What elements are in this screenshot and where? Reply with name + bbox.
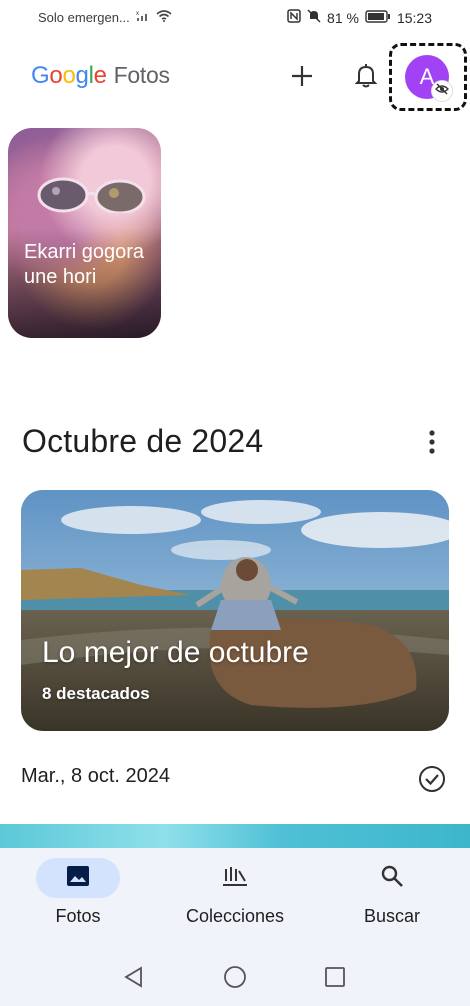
nav-icon-pill [350, 858, 434, 898]
date-label: Mar., 8 oct. 2024 [21, 765, 170, 787]
highlight-title: Lo mejor de octubre [42, 636, 309, 669]
logo-letter: G [31, 62, 50, 89]
memory-photo [37, 177, 146, 213]
collections-icon [222, 865, 248, 892]
select-day-button[interactable] [417, 764, 447, 794]
eye-off-icon [435, 82, 449, 100]
nav-item-fotos[interactable]: Fotos [36, 848, 120, 948]
memory-title: Ekarri gogora une hori [24, 241, 145, 288]
status-left: Solo emergen... x [38, 10, 172, 25]
bottom-navigation: Fotos Colecciones Buscar [0, 848, 470, 948]
month-section-title: Octubre de 2024 [22, 423, 264, 459]
bell-icon [354, 63, 378, 94]
battery-icon [365, 9, 391, 26]
status-right: 81 % 15:23 [287, 9, 432, 26]
home-circle-icon [223, 965, 247, 994]
back-triangle-icon [123, 965, 145, 993]
notifications-button[interactable] [346, 58, 386, 98]
highlight-subtitle: 8 destacados [42, 684, 150, 703]
nav-item-buscar[interactable]: Buscar [350, 848, 434, 948]
home-button[interactable] [222, 965, 248, 994]
nav-item-colecciones[interactable]: Colecciones [170, 848, 300, 948]
recents-square-icon [324, 966, 346, 993]
nav-icon-pill [193, 858, 277, 898]
svg-text:x: x [136, 11, 139, 17]
more-vert-icon [428, 429, 436, 459]
mute-bell-icon [307, 9, 321, 26]
nav-label: Buscar [363, 906, 421, 926]
product-name: Fotos [113, 62, 170, 88]
system-navigation-bar [0, 948, 470, 1006]
status-bar: Solo emergen... x 81 % 15:23 [0, 0, 470, 36]
memory-card[interactable]: Ekarri gogora une hori [8, 128, 161, 338]
logo-letter: o [62, 62, 76, 89]
photo-icon [66, 865, 90, 892]
search-icon [380, 864, 404, 893]
check-circle-icon [417, 766, 447, 798]
wifi-icon [156, 10, 172, 25]
recents-button[interactable] [322, 966, 348, 992]
nfc-icon [287, 9, 301, 26]
battery-percent: 81 % [327, 9, 359, 26]
back-button[interactable] [121, 965, 147, 993]
logo-letter: o [49, 62, 63, 89]
app-header: Google Fotos A [0, 40, 470, 116]
backup-off-badge [431, 80, 453, 102]
add-button[interactable] [282, 58, 322, 98]
highlight-card[interactable]: Lo mejor de octubre 8 destacados [21, 490, 449, 731]
plus-icon [290, 64, 314, 93]
more-options-button[interactable] [416, 426, 448, 462]
nav-label: Colecciones [185, 906, 285, 926]
logo-letter: e [93, 62, 107, 89]
logo-letter: g [75, 62, 89, 89]
google-photos-logo: Google Fotos [31, 62, 170, 90]
nav-label: Fotos [55, 906, 101, 926]
nav-icon-pill [36, 858, 120, 898]
no-signal-icon: x [136, 10, 150, 25]
carrier-text: Solo emergen... [38, 10, 130, 25]
clock: 15:23 [396, 9, 432, 26]
